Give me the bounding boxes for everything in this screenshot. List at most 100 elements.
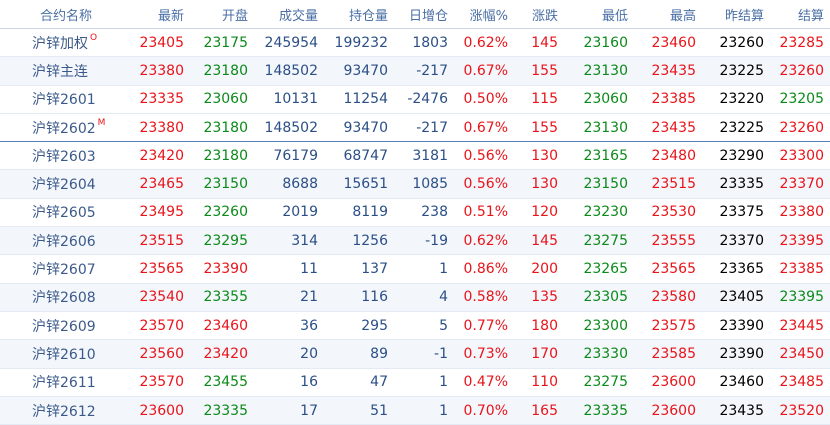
table-row[interactable]: 沪锌2605 23495 23260 2019 8119 238 0.51% 120 23230… xyxy=(0,198,830,228)
prev-settle-cell: 23390 xyxy=(702,311,770,341)
prev-settle-cell: 23260 xyxy=(702,28,770,58)
high-price-cell: 23565 xyxy=(634,254,702,284)
open-interest-cell: 93470 xyxy=(324,112,394,143)
table-body: 沪锌加权 O 23405 23175 245954 199232 1803 0.62% 145 2… xyxy=(0,28,830,425)
change-cell: 145 xyxy=(514,226,564,256)
prev-settle-cell: 23370 xyxy=(702,226,770,256)
contract-name-label: 沪锌2611 xyxy=(32,375,96,392)
table-row[interactable]: 沪锌加权 O 23405 23175 245954 199232 1803 0.62% 145 2… xyxy=(0,28,830,58)
change-cell: 145 xyxy=(514,28,564,58)
contract-name-label: 沪锌2604 xyxy=(32,177,96,194)
contract-name-label: 沪锌2607 xyxy=(32,262,96,279)
low-price-cell: 23275 xyxy=(564,226,634,256)
contract-name: 沪锌加权 O xyxy=(0,28,118,58)
change-cell: 170 xyxy=(514,339,564,369)
contract-name: 沪锌2605 xyxy=(0,198,118,228)
table-row[interactable]: 沪锌2606 23515 23295 314 1256 -19 0.62% 145 23275 2… xyxy=(0,226,830,256)
open-price-cell: 23150 xyxy=(190,169,254,199)
settle-price-cell: 23450 xyxy=(770,339,830,369)
latest-price-cell: 23515 xyxy=(118,226,190,256)
volume-cell: 148502 xyxy=(254,56,324,86)
settle-price-cell: 23260 xyxy=(770,112,830,143)
table-row[interactable]: 沪锌2607 23565 23390 11 137 1 0.86% 200 23265 23565… xyxy=(0,254,830,284)
settle-price-cell: 23520 xyxy=(770,396,830,425)
table-row[interactable]: 沪锌2608 23540 23355 21 116 4 0.58% 135 23305 23580… xyxy=(0,283,830,312)
pct-change-cell: 0.58% xyxy=(454,283,514,312)
pct-change-cell: 0.56% xyxy=(454,169,514,199)
open-interest-cell: 199232 xyxy=(324,28,394,58)
settle-price-cell: 23380 xyxy=(770,198,830,228)
table-row[interactable]: 沪锌2602 M 23380 23180 148502 93470 -217 0.67% 155… xyxy=(0,112,830,143)
low-price-cell: 23150 xyxy=(564,169,634,199)
contract-name-label: 沪锌2612 xyxy=(32,403,96,420)
oi-change-cell: -1 xyxy=(394,339,454,369)
pct-change-cell: 0.50% xyxy=(454,85,514,114)
oi-change-cell: 1 xyxy=(394,254,454,284)
contract-name: 沪锌2609 xyxy=(0,311,118,341)
col-header-oi-change[interactable]: 日增仓 xyxy=(394,0,454,29)
table-header: 合约名称 最新 开盘 成交量 持仓量 日增仓 涨幅% 涨跌 最低 最高 昨结算 … xyxy=(0,0,830,29)
high-price-cell: 23385 xyxy=(634,85,702,114)
col-header-settle[interactable]: 结算 xyxy=(770,0,830,29)
contract-name: 沪锌2604 xyxy=(0,169,118,199)
table-row[interactable]: 沪锌主连 23380 23180 148502 93470 -217 0.67% 155 231… xyxy=(0,56,830,86)
volume-cell: 16 xyxy=(254,368,324,397)
latest-price-cell: 23570 xyxy=(118,368,190,397)
change-cell: 180 xyxy=(514,311,564,341)
table-row[interactable]: 沪锌2611 23570 23455 16 47 1 0.47% 110 23275 23600 2… xyxy=(0,368,830,397)
latest-price-cell: 23420 xyxy=(118,141,190,171)
table-row[interactable]: 沪锌2612 23600 23335 17 51 1 0.70% 165 23335 23600 2… xyxy=(0,396,830,425)
col-header-low[interactable]: 最低 xyxy=(564,0,634,29)
contract-name-label: 沪锌加权 xyxy=(32,35,88,52)
volume-cell: 314 xyxy=(254,226,324,256)
prev-settle-cell: 23405 xyxy=(702,283,770,312)
quote-table: 合约名称 最新 开盘 成交量 持仓量 日增仓 涨幅% 涨跌 最低 最高 昨结算 … xyxy=(0,0,830,425)
col-header-pct-change[interactable]: 涨幅% xyxy=(454,0,514,29)
oi-change-cell: 1085 xyxy=(394,169,454,199)
col-header-high[interactable]: 最高 xyxy=(634,0,702,29)
open-interest-cell: 1256 xyxy=(324,226,394,256)
oi-change-cell: 238 xyxy=(394,198,454,228)
latest-price-cell: 23380 xyxy=(118,56,190,86)
contract-name-label: 沪锌2606 xyxy=(32,233,96,250)
col-header-volume[interactable]: 成交量 xyxy=(254,0,324,29)
col-header-latest[interactable]: 最新 xyxy=(118,0,190,29)
col-header-open[interactable]: 开盘 xyxy=(190,0,254,29)
prev-settle-cell: 23220 xyxy=(702,85,770,114)
oi-change-cell: -19 xyxy=(394,226,454,256)
prev-settle-cell: 23290 xyxy=(702,141,770,171)
contract-name: 沪锌2607 xyxy=(0,254,118,284)
latest-price-cell: 23335 xyxy=(118,85,190,114)
change-cell: 155 xyxy=(514,112,564,143)
oi-change-cell: 1 xyxy=(394,396,454,425)
high-price-cell: 23435 xyxy=(634,56,702,86)
open-price-cell: 23460 xyxy=(190,311,254,341)
latest-price-cell: 23540 xyxy=(118,283,190,312)
oi-change-cell: -217 xyxy=(394,56,454,86)
col-header-prev-settle[interactable]: 昨结算 xyxy=(702,0,770,29)
low-price-cell: 23060 xyxy=(564,85,634,114)
open-price-cell: 23180 xyxy=(190,56,254,86)
col-header-change[interactable]: 涨跌 xyxy=(514,0,564,29)
table-row[interactable]: 沪锌2603 23420 23180 76179 68747 3181 0.56% 130 23… xyxy=(0,141,830,171)
volume-cell: 10131 xyxy=(254,85,324,114)
settle-price-cell: 23395 xyxy=(770,226,830,256)
settle-price-cell: 23485 xyxy=(770,368,830,397)
contract-name-label: 沪锌主连 xyxy=(32,63,88,80)
change-cell: 165 xyxy=(514,396,564,425)
table-row[interactable]: 沪锌2604 23465 23150 8688 15651 1085 0.56% 130 231… xyxy=(0,169,830,199)
contract-name-label: 沪锌2610 xyxy=(32,346,96,363)
table-row[interactable]: 沪锌2610 23560 23420 20 89 -1 0.73% 170 23330 23585… xyxy=(0,339,830,369)
open-price-cell: 23060 xyxy=(190,85,254,114)
settle-price-cell: 23385 xyxy=(770,254,830,284)
table-row[interactable]: 沪锌2609 23570 23460 36 295 5 0.77% 180 23300 23575… xyxy=(0,311,830,341)
low-price-cell: 23335 xyxy=(564,396,634,425)
col-header-open-interest[interactable]: 持仓量 xyxy=(324,0,394,29)
high-price-cell: 23575 xyxy=(634,311,702,341)
open-interest-cell: 8119 xyxy=(324,198,394,228)
table-row[interactable]: 沪锌2601 23335 23060 10131 11254 -2476 0.50% 115 2… xyxy=(0,85,830,114)
contract-name: 沪锌2602 M xyxy=(0,112,118,143)
col-header-name[interactable]: 合约名称 xyxy=(0,0,118,29)
open-price-cell: 23180 xyxy=(190,141,254,171)
change-cell: 120 xyxy=(514,198,564,228)
